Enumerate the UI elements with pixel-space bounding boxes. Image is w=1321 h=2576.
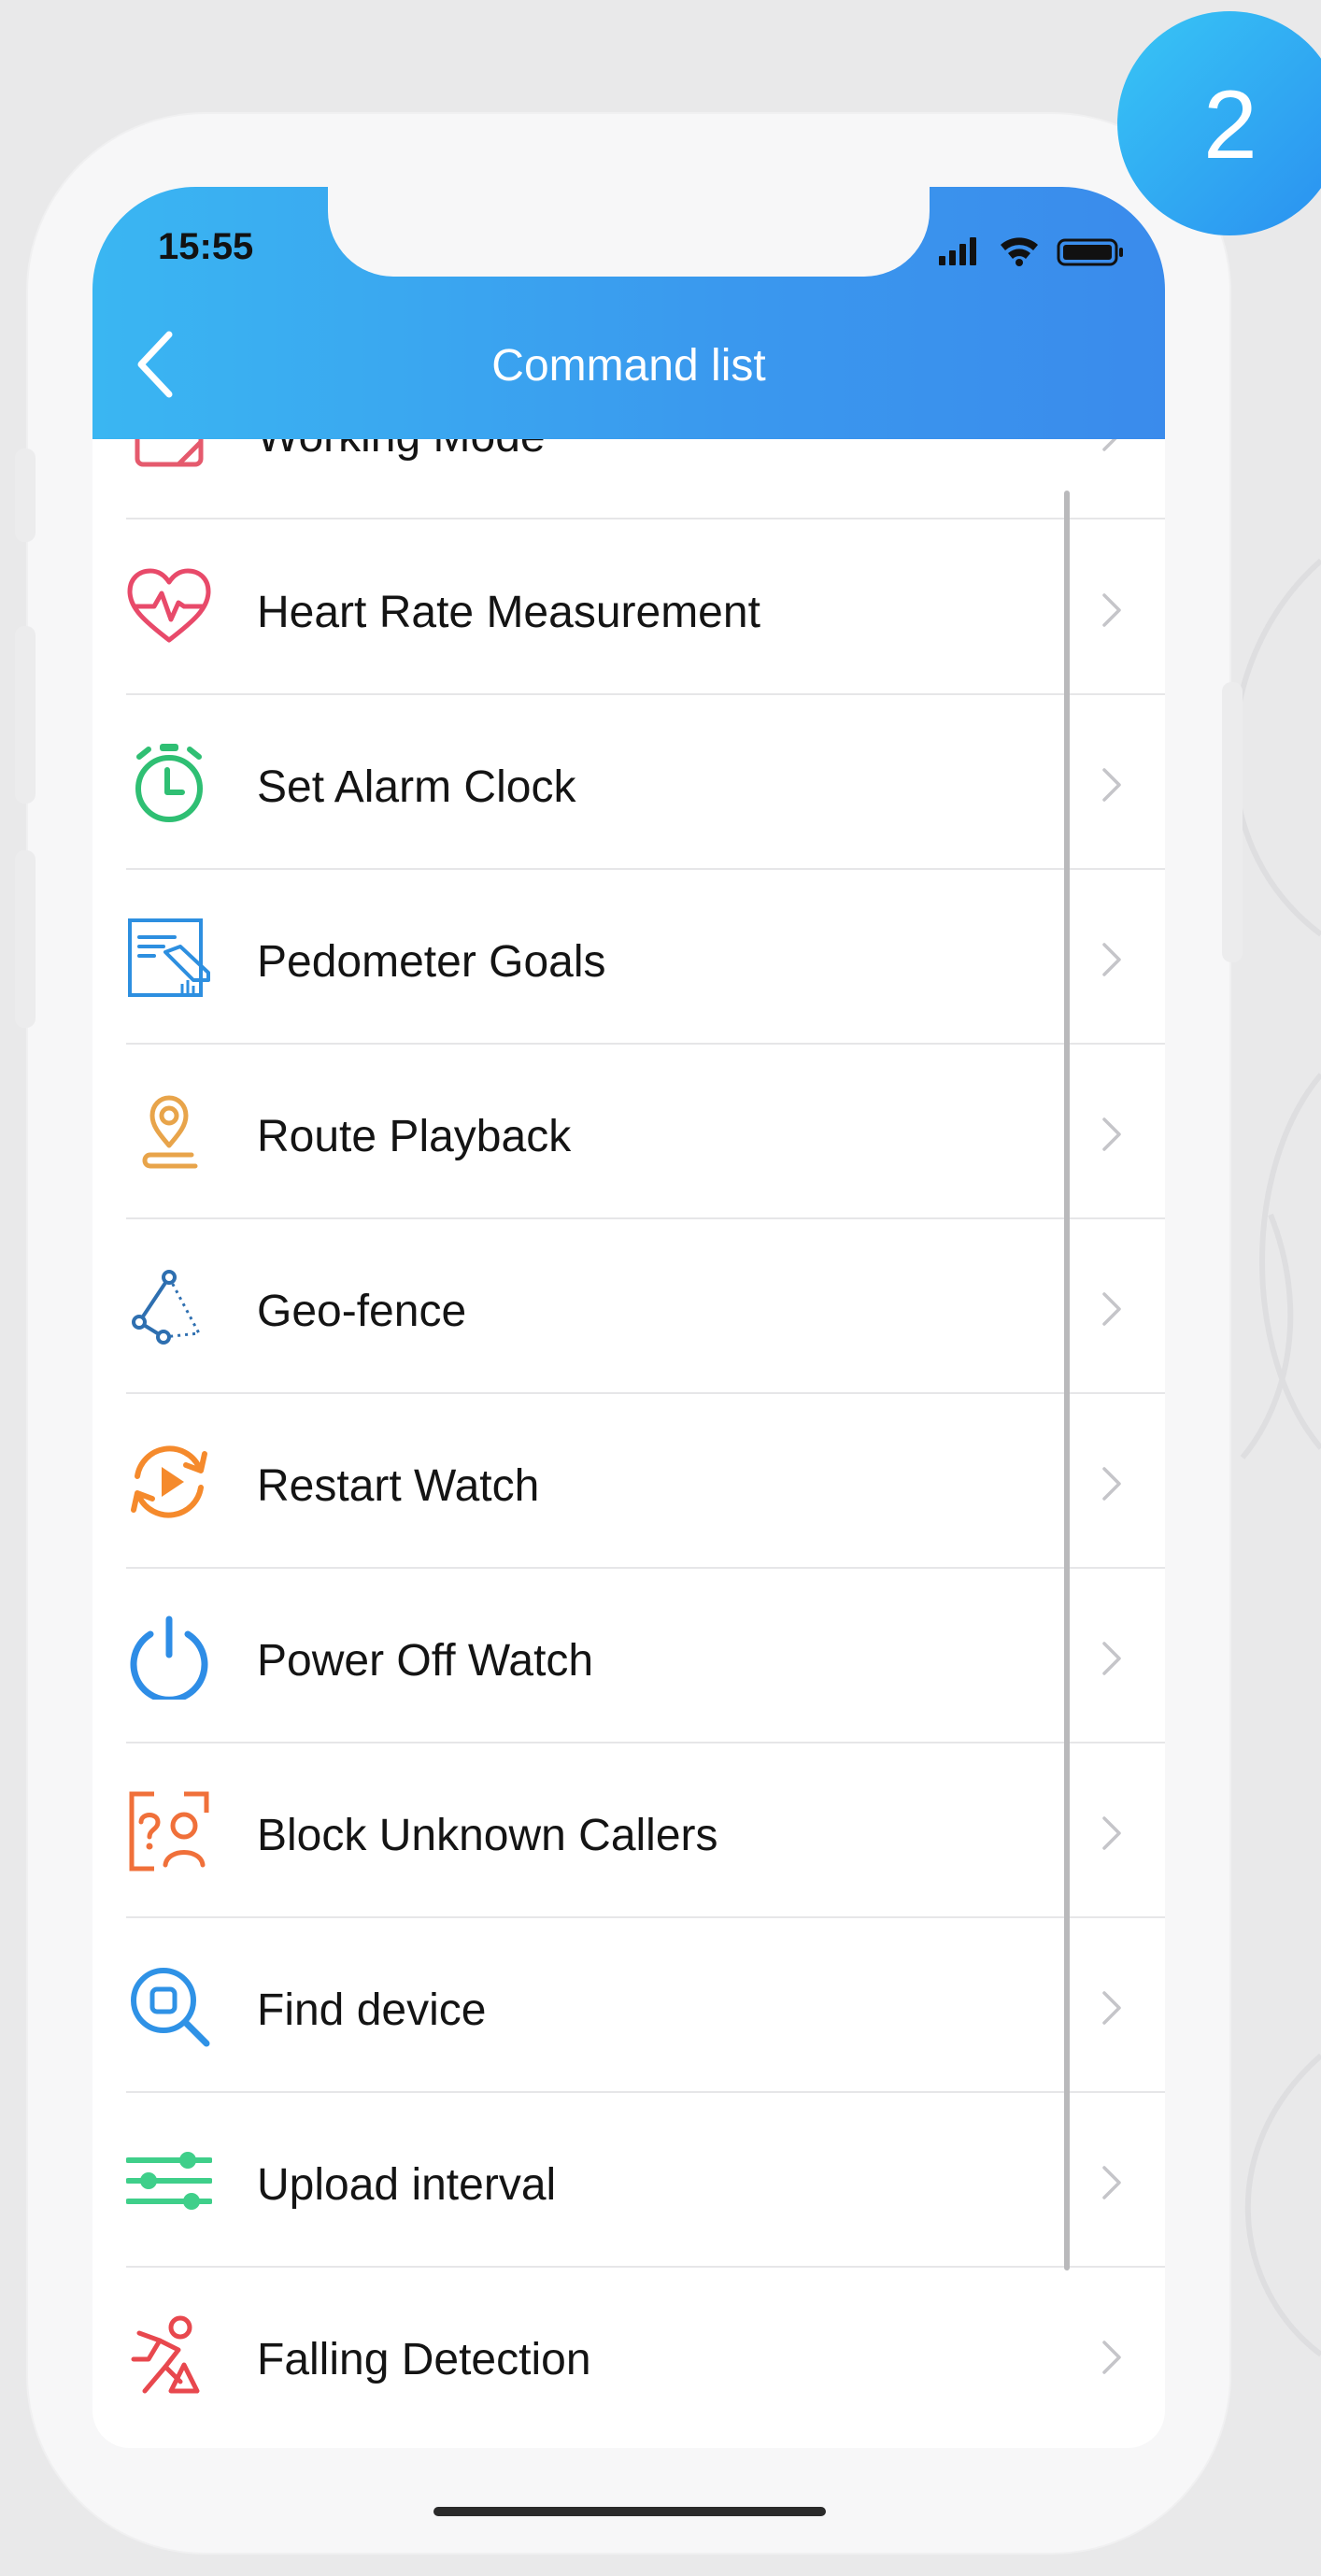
menu-item-set-alarm-clock[interactable]: Set Alarm Clock — [92, 696, 1165, 870]
menu-item-label: Route Playback — [257, 1112, 572, 1161]
heart-rate-icon — [127, 568, 211, 643]
chevron-right-icon — [1102, 1642, 1121, 1675]
row-divider — [126, 518, 1165, 519]
row-divider — [126, 693, 1165, 695]
working-mode-icon — [135, 439, 204, 467]
menu-item-falling-detection[interactable]: Falling Detection — [92, 2269, 1165, 2439]
restart-icon — [131, 1445, 207, 1518]
alarm-clock-icon — [135, 744, 203, 822]
menu-item-label: Geo-fence — [257, 1287, 467, 1336]
menu-item-label: Find device — [257, 1985, 487, 2035]
menu-item-label: Restart Watch — [257, 1461, 540, 1511]
menu-item-upload-interval[interactable]: Upload interval — [92, 2094, 1165, 2268]
battery-icon — [1057, 238, 1123, 266]
row-divider — [126, 1217, 1165, 1219]
chevron-right-icon — [1102, 1117, 1121, 1151]
row-divider — [126, 1043, 1165, 1045]
notch — [328, 187, 930, 277]
chevron-right-icon — [1102, 2341, 1121, 2374]
chevron-right-icon — [1102, 943, 1121, 976]
find-device-icon — [131, 1968, 210, 2047]
step-number: 2 — [1203, 71, 1257, 179]
row-divider — [126, 2266, 1165, 2268]
side-button-mute — [15, 448, 36, 542]
chevron-right-icon — [1102, 439, 1117, 451]
chevron-right-icon — [1102, 1292, 1121, 1326]
nav-header: 15:55 Command list — [92, 187, 1165, 439]
chevron-right-icon — [1102, 1816, 1121, 1850]
menu-item-label: Heart Rate Measurement — [257, 588, 760, 637]
row-divider — [126, 1567, 1165, 1569]
menu-item-label: Falling Detection — [257, 2335, 591, 2384]
menu-item-label: Pedometer Goals — [257, 937, 606, 987]
row-divider — [126, 868, 1165, 870]
wifi-icon — [1001, 237, 1038, 266]
menu-item-heart-rate-measurement[interactable]: Heart Rate Measurement — [92, 521, 1165, 695]
upload-interval-icon — [126, 2152, 212, 2210]
route-playback-icon — [142, 1095, 198, 1169]
menu-item-block-unknown-callers[interactable]: Block Unknown Callers — [92, 1744, 1165, 1918]
falling-detection-icon — [131, 2315, 200, 2394]
chevron-right-icon — [1102, 593, 1121, 627]
menu-item-working-mode[interactable]: Working Mode — [92, 439, 1165, 519]
status-icons — [939, 237, 1123, 266]
menu-item-restart-watch[interactable]: Restart Watch — [92, 1395, 1165, 1569]
chevron-right-icon — [1102, 1991, 1121, 2025]
menu-item-label: Power Off Watch — [257, 1636, 594, 1686]
menu-item-geo-fence[interactable]: Geo-fence — [92, 1220, 1165, 1394]
power-icon — [130, 1615, 208, 1700]
menu-item-find-device[interactable]: Find device — [92, 1919, 1165, 2093]
row-divider — [126, 1916, 1165, 1918]
side-button-power — [1222, 682, 1243, 962]
side-button-volume-up — [15, 626, 36, 804]
menu-item-label: Block Unknown Callers — [257, 1811, 718, 1860]
geo-fence-icon — [132, 1270, 202, 1345]
menu-item-label: Working Mode — [257, 439, 546, 463]
app-screen: 15:55 Command list Heart Rate Measuremen… — [92, 187, 1165, 2448]
status-time: 15:55 — [158, 226, 254, 267]
block-callers-icon — [129, 1791, 209, 1872]
menu-item-label: Set Alarm Clock — [257, 762, 576, 812]
chevron-right-icon — [1102, 2166, 1121, 2199]
row-divider — [126, 1392, 1165, 1394]
side-button-volume-down — [15, 850, 36, 1028]
menu-item-pedometer-goals[interactable]: Pedometer Goals — [92, 871, 1165, 1045]
menu-item-power-off-watch[interactable]: Power Off Watch — [92, 1570, 1165, 1743]
pedometer-icon — [128, 918, 210, 997]
row-divider — [126, 2091, 1165, 2093]
command-list: Working Mode Heart Rate Measurement Set … — [92, 439, 1165, 2439]
signal-icon — [939, 237, 976, 265]
scrollbar[interactable] — [1064, 491, 1070, 2270]
row-divider — [126, 1742, 1165, 1743]
page-title: Command list — [491, 341, 766, 391]
home-indicator[interactable] — [433, 2507, 826, 2516]
menu-item-label: Upload interval — [257, 2160, 557, 2210]
chevron-right-icon — [1102, 1467, 1121, 1501]
menu-item-route-playback[interactable]: Route Playback — [92, 1046, 1165, 1219]
chevron-right-icon — [1102, 768, 1121, 802]
